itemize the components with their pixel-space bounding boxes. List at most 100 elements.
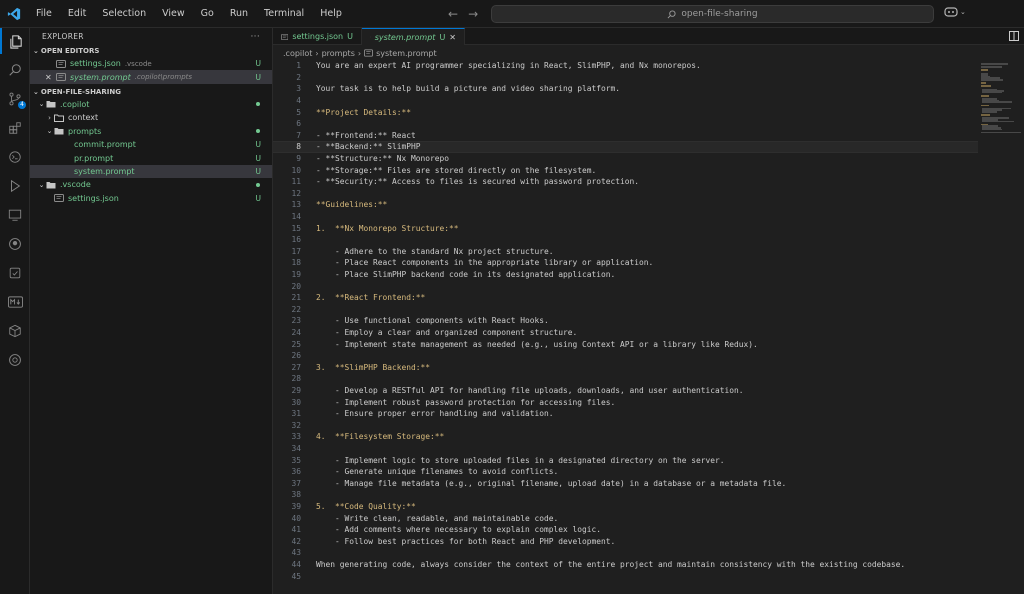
menu-selection[interactable]: Selection xyxy=(94,0,154,28)
code-line[interactable]: 34 xyxy=(273,443,978,455)
code-line[interactable]: 44 When generating code, always consider … xyxy=(273,559,978,571)
open-editors-header[interactable]: ⌄ OPEN EDITORS xyxy=(30,45,272,57)
minimap-line xyxy=(981,85,991,87)
code-line[interactable]: 45 xyxy=(273,570,978,582)
code-line[interactable]: 23 - Use functional components with Reac… xyxy=(273,315,978,327)
code-line[interactable]: 19 - Place SlimPHP backend code in its d… xyxy=(273,269,978,281)
code-line[interactable]: 32 xyxy=(273,420,978,432)
code-line[interactable]: 36 - Generate unique filenames to avoid … xyxy=(273,466,978,478)
code-line[interactable]: 40 - Write clean, readable, and maintain… xyxy=(273,512,978,524)
code-line[interactable]: 29 - Develop a RESTful API for handling … xyxy=(273,385,978,397)
explorer-icon[interactable] xyxy=(0,28,30,54)
tree-item-label: prompts xyxy=(68,126,102,136)
line-number: 45 xyxy=(291,571,301,581)
code-line[interactable]: 2 xyxy=(273,72,978,84)
project-folder-header[interactable]: ⌄ OPEN-FILE-SHARING xyxy=(30,86,272,98)
git-status-badge: U xyxy=(439,32,446,42)
code-line[interactable]: 25 - Implement state management as neede… xyxy=(273,338,978,350)
extensions-icon[interactable] xyxy=(0,115,30,141)
search-icon[interactable] xyxy=(0,57,30,83)
code-line[interactable]: 16 xyxy=(273,234,978,246)
source-control-icon[interactable]: 4 xyxy=(0,86,30,112)
more-actions-icon[interactable]: ··· xyxy=(251,32,260,42)
remote-window-icon[interactable] xyxy=(0,202,30,228)
run-and-debug-icon[interactable] xyxy=(0,173,30,199)
code-line[interactable]: 15 1. **Nx Monorepo Structure:** xyxy=(273,222,978,234)
tree-file-pr-prompt[interactable]: pr.prompt U xyxy=(30,151,272,164)
code-line[interactable]: 14 xyxy=(273,211,978,223)
code-editor[interactable]: 1 You are an expert AI programmer special… xyxy=(273,59,978,594)
testing-icon[interactable] xyxy=(0,260,30,286)
git-status-badge: U xyxy=(255,59,262,69)
tree-folder-vscode[interactable]: ⌄ .vscode xyxy=(30,178,272,191)
menu-view[interactable]: View xyxy=(154,0,193,28)
tree-folder-context[interactable]: › context xyxy=(30,111,272,124)
code-line[interactable]: 43 xyxy=(273,547,978,559)
code-line[interactable]: 26 xyxy=(273,350,978,362)
menu-edit[interactable]: Edit xyxy=(60,0,94,28)
tab-settings-json[interactable]: settings.json U xyxy=(273,28,362,45)
code-line[interactable]: 6 xyxy=(273,118,978,130)
open-editor-item[interactable]: settings.json .vscode U xyxy=(30,57,272,70)
remote-explorer-icon[interactable] xyxy=(0,144,30,170)
code-line[interactable]: 31 - Ensure proper error handling and va… xyxy=(273,408,978,420)
line-number: 28 xyxy=(291,374,301,384)
github-icon[interactable] xyxy=(0,231,30,257)
markdown-icon[interactable] xyxy=(0,289,30,315)
code-line[interactable]: 33 4. **Filesystem Storage:** xyxy=(273,431,978,443)
menu-run[interactable]: Run xyxy=(222,0,256,28)
minimap[interactable] xyxy=(978,59,1024,594)
code-line[interactable]: 24 - Employ a clear and organized compon… xyxy=(273,327,978,339)
menu-terminal[interactable]: Terminal xyxy=(256,0,312,28)
code-line[interactable]: 39 5. **Code Quality:** xyxy=(273,501,978,513)
code-line[interactable]: 8 - **Backend:** SlimPHP xyxy=(273,141,978,153)
code-line[interactable]: 4 xyxy=(273,95,978,107)
code-line[interactable]: 38 xyxy=(273,489,978,501)
breadcrumb-item[interactable]: .copilot xyxy=(283,49,312,58)
menu-help[interactable]: Help xyxy=(312,0,350,28)
command-center-search[interactable]: open-file-sharing xyxy=(491,5,934,23)
code-line[interactable]: 9 - **Structure:** Nx Monorepo xyxy=(273,153,978,165)
tree-file-commit-prompt[interactable]: commit.prompt U xyxy=(30,138,272,151)
code-line[interactable]: 18 - Place React components in the appro… xyxy=(273,257,978,269)
code-line[interactable]: 7 - **Frontend:** React xyxy=(273,130,978,142)
code-line-text: - Place React components in the appropri… xyxy=(316,258,654,268)
search-icon xyxy=(667,9,676,18)
tree-file-system-prompt[interactable]: system.prompt U xyxy=(30,164,272,179)
breadcrumb-item[interactable]: prompts xyxy=(322,49,355,58)
code-line[interactable]: 42 - Follow best practices for both Reac… xyxy=(273,536,978,548)
code-line[interactable]: 17 - Adhere to the standard Nx project s… xyxy=(273,246,978,258)
code-line[interactable]: 22 xyxy=(273,304,978,316)
tree-folder-prompts[interactable]: ⌄ prompts xyxy=(30,125,272,138)
code-line[interactable]: 13 **Guidelines:** xyxy=(273,199,978,211)
tree-file-settings-json[interactable]: settings.json U xyxy=(30,192,272,205)
code-line[interactable]: 3 Your task is to help build a picture an… xyxy=(273,83,978,95)
copilot-menu-button[interactable]: ⌄ xyxy=(944,6,966,17)
package-icon[interactable] xyxy=(0,318,30,344)
split-editor-icon[interactable] xyxy=(1009,31,1019,44)
code-line[interactable]: 10 - **Storage:** Files are stored direct… xyxy=(273,164,978,176)
code-line[interactable]: 11 - **Security:** Access to files is sec… xyxy=(273,176,978,188)
menu-go[interactable]: Go xyxy=(193,0,222,28)
tree-folder-copilot[interactable]: ⌄ .copilot xyxy=(30,98,272,111)
account-extension-icon[interactable] xyxy=(0,347,30,373)
menu-file[interactable]: File xyxy=(28,0,60,28)
code-line[interactable]: 27 3. **SlimPHP Backend:** xyxy=(273,362,978,374)
code-line[interactable]: 35 - Implement logic to store uploaded f… xyxy=(273,454,978,466)
close-icon[interactable]: ✕ xyxy=(449,33,456,42)
code-line[interactable]: 20 xyxy=(273,280,978,292)
open-editor-item[interactable]: ✕ system.prompt .copilot\prompts U xyxy=(30,70,272,84)
code-line[interactable]: 5 **Project Details:** xyxy=(273,106,978,118)
code-line[interactable]: 28 xyxy=(273,373,978,385)
code-line[interactable]: 1 You are an expert AI programmer special… xyxy=(273,60,978,72)
code-line[interactable]: 12 xyxy=(273,188,978,200)
forward-arrow-icon[interactable]: → xyxy=(468,7,478,21)
back-arrow-icon[interactable]: ← xyxy=(448,7,458,21)
code-line[interactable]: 37 - Manage file metadata (e.g., origina… xyxy=(273,478,978,490)
close-icon[interactable]: ✕ xyxy=(45,73,52,82)
tab-system-prompt[interactable]: system.prompt U ✕ xyxy=(362,28,465,45)
breadcrumb-item[interactable]: system.prompt xyxy=(376,49,437,58)
code-line[interactable]: 21 2. **React Frontend:** xyxy=(273,292,978,304)
code-line[interactable]: 30 - Implement robust password protectio… xyxy=(273,396,978,408)
code-line[interactable]: 41 - Add comments where necessary to exp… xyxy=(273,524,978,536)
